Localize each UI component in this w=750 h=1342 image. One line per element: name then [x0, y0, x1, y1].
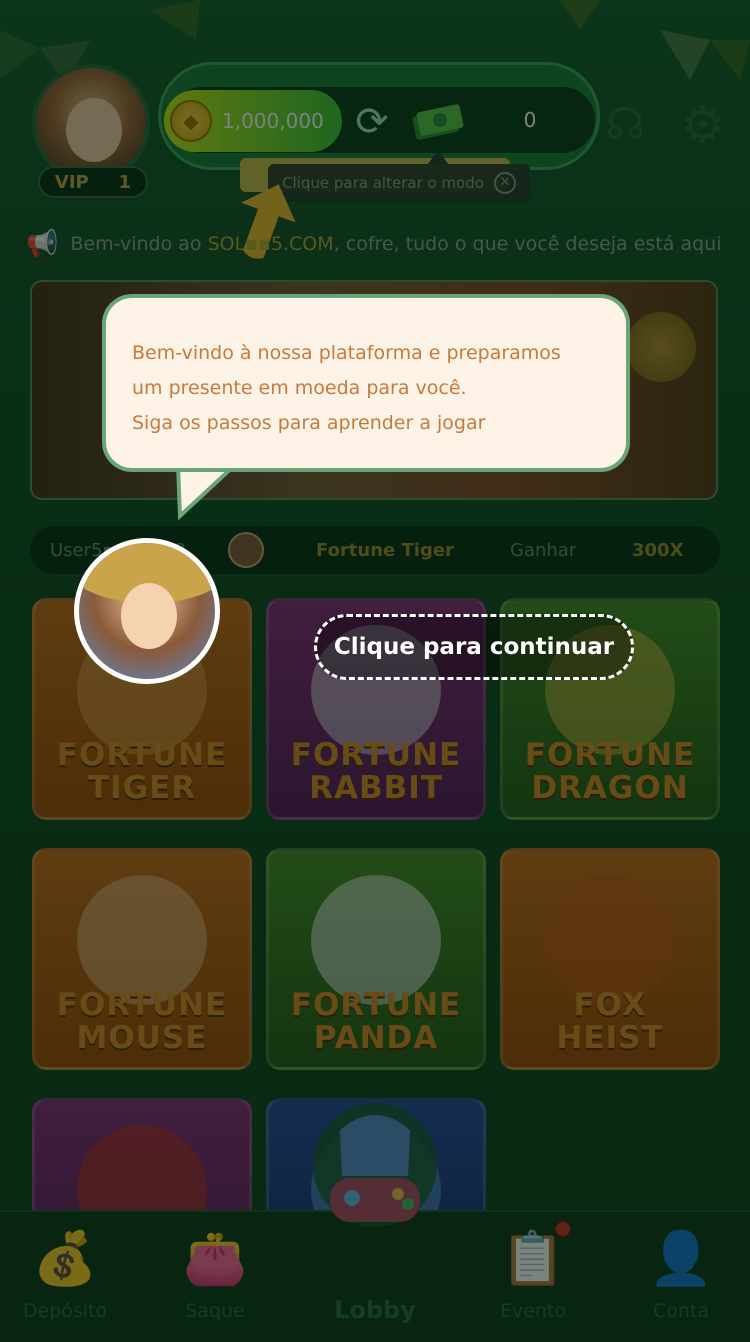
game-tile-fox-heist[interactable]: FOX HEIST [500, 848, 720, 1070]
fox-art [545, 875, 675, 1005]
game-tile-fortune-panda[interactable]: FORTUNE PANDA [266, 848, 486, 1070]
nav-event-label: Evento [499, 1300, 567, 1322]
banner-coin-icon [626, 312, 696, 382]
screen: VIP 1 ◆ 1,000,000 ⟳ 0 ☊ ⚙ Clique para al… [0, 0, 750, 1342]
wallet-icon: 👛 [182, 1229, 248, 1289]
game-title: FORTUNE DRAGON [524, 737, 696, 806]
announcement-text: Bem-vindo ao SOL▪▪5.COM, cofre, tudo o q… [70, 233, 722, 255]
game-title: FORTUNE MOUSE [56, 987, 228, 1056]
megaphone-icon: 📢 [26, 229, 59, 259]
tooltip-text: Clique para alterar o modo [282, 174, 484, 192]
ticker-win-label: Ganhar [510, 539, 577, 561]
gear-icon[interactable]: ⚙ [676, 98, 730, 152]
nav-withdraw-label: Saque [185, 1300, 245, 1322]
game-title: FORTUNE TIGER [56, 737, 228, 806]
nav-deposit[interactable]: 💰 Depósito [0, 1222, 130, 1332]
tutorial-line: Bem-vindo à nossa plataforma e preparamo… [132, 342, 561, 364]
ticker-game: Fortune Tiger [316, 539, 454, 561]
close-icon[interactable]: ✕ [493, 172, 516, 194]
tutorial-line: um presente em moeda para você. [132, 377, 467, 399]
headset-icon[interactable]: ☊ [598, 98, 652, 152]
vip-label: VIP [54, 171, 89, 193]
lobby-gamepad-icon[interactable] [300, 1090, 450, 1240]
guide-character-avatar [74, 538, 220, 684]
game-title: FORTUNE RABBIT [290, 737, 462, 806]
mouse-art [77, 875, 207, 1005]
ticker-avatar [228, 532, 264, 568]
ticker-multiplier: 300X [632, 539, 684, 561]
tutorial-line: Siga os passos para aprender a jogar [132, 412, 486, 434]
notification-dot [554, 1220, 572, 1238]
game-title: FORTUNE PANDA [290, 987, 462, 1056]
vip-level: 1 [118, 171, 132, 193]
money-bag-icon: 💰 [32, 1229, 98, 1289]
money-stack-icon[interactable] [410, 98, 466, 142]
bubble-tail [176, 464, 242, 521]
coin-balance[interactable]: ◆ 1,000,000 [164, 90, 342, 152]
nav-deposit-label: Depósito [22, 1300, 108, 1322]
coin-icon: ◆ [170, 100, 212, 142]
clipboard-check-icon: 📋 [500, 1229, 566, 1289]
nav-lobby-label: Lobby [334, 1296, 416, 1324]
game-title: FOX HEIST [556, 987, 664, 1056]
nav-event[interactable]: 📋 Evento [468, 1222, 598, 1332]
cash-balance-value: 0 [523, 108, 537, 132]
panda-art [311, 875, 441, 1005]
tooltip-arrow [428, 150, 448, 164]
nav-withdraw[interactable]: 👛 Saque [150, 1222, 280, 1332]
continue-label: Clique para continuar [333, 634, 615, 660]
avatar-face [66, 98, 122, 162]
coin-balance-value: 1,000,000 [222, 109, 324, 133]
refresh-icon[interactable]: ⟳ [350, 100, 394, 144]
continue-button[interactable]: Clique para continuar [314, 614, 634, 680]
mode-tooltip: Clique para alterar o modo ✕ [268, 164, 530, 202]
user-sombrero-icon: 👤 [648, 1229, 714, 1289]
game-tile-fortune-mouse[interactable]: FORTUNE MOUSE [32, 848, 252, 1070]
nav-account-label: Conta [652, 1300, 710, 1322]
profile-avatar[interactable] [32, 64, 150, 182]
nav-account[interactable]: 👤 Conta [616, 1222, 746, 1332]
vip-badge[interactable]: VIP 1 [38, 166, 148, 198]
tutorial-bubble: Bem-vindo à nossa plataforma e preparamo… [102, 294, 630, 472]
announcement-bar: 📢 Bem-vindo ao SOL▪▪5.COM, cofre, tudo o… [26, 228, 726, 260]
character-face [121, 583, 177, 649]
